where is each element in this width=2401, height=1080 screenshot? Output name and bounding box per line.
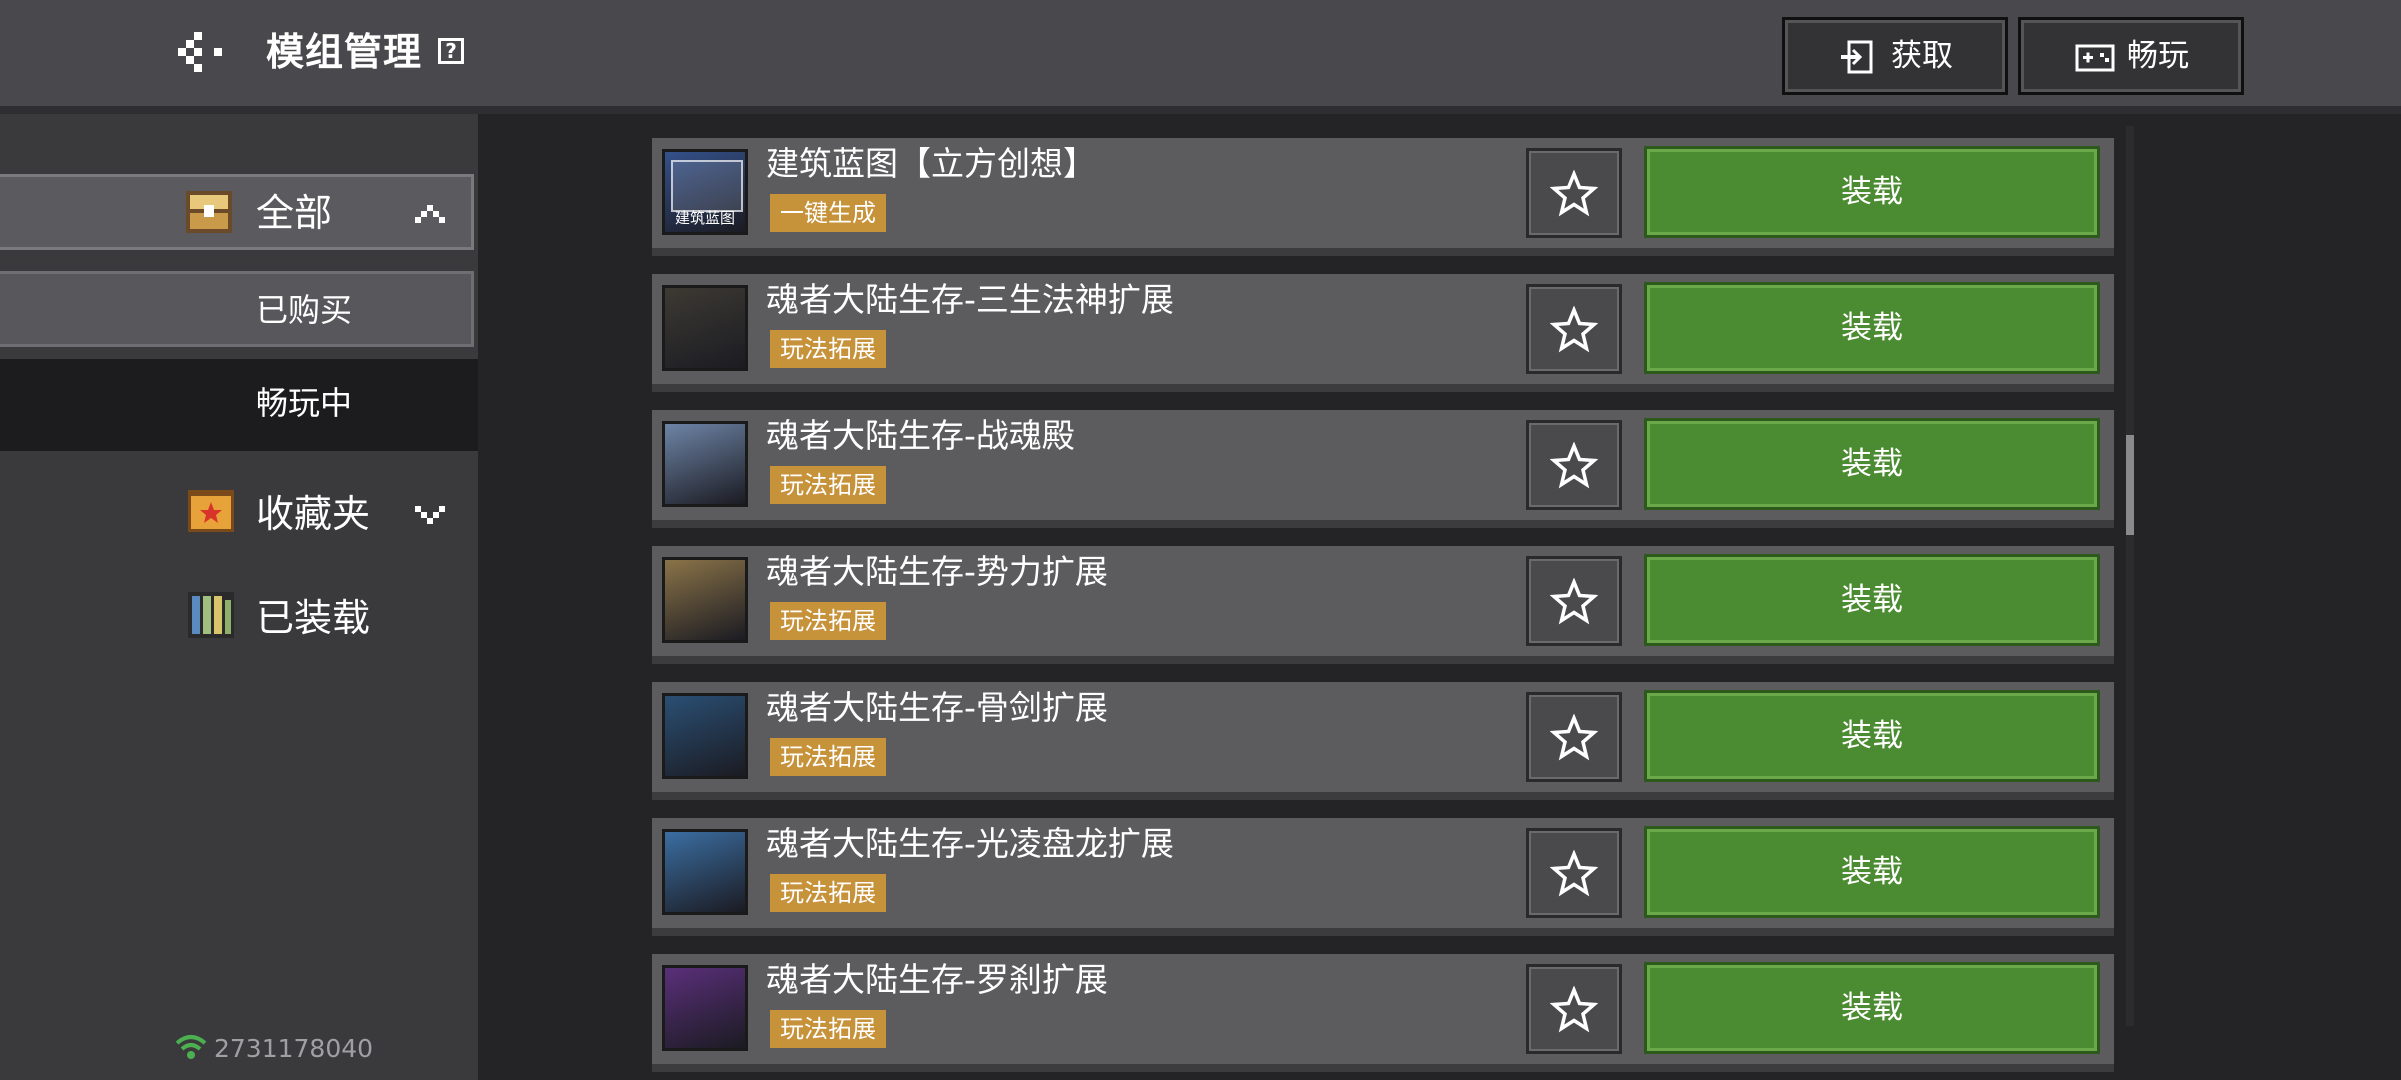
play-button-label: 畅玩 <box>2127 38 2189 74</box>
wifi-icon <box>175 1035 207 1059</box>
mod-thumbnail <box>662 965 748 1051</box>
gamepad-icon <box>2075 44 2115 72</box>
sidebar-item-favorites[interactable]: 收藏夹 <box>0 476 478 556</box>
mod-name: 魂者大陆生存-战魂殿 <box>766 416 1075 455</box>
bookshelf-icon <box>188 592 234 638</box>
mod-row[interactable]: 魂者大陆生存-三生法神扩展玩法拓展 装载 <box>652 274 2114 392</box>
chevron-up-icon <box>415 205 445 223</box>
mod-thumbnail <box>662 693 748 779</box>
get-button[interactable]: 获取 <box>1782 17 2008 95</box>
mod-tag: 玩法拓展 <box>770 874 886 912</box>
load-button-label: 装载 <box>1841 990 1903 1026</box>
sidebar-item-playing[interactable]: 畅玩中 <box>0 359 478 451</box>
top-bar: 模组管理 ? 获取 畅玩 <box>0 0 2401 114</box>
star-folder-icon <box>188 490 234 532</box>
star-icon <box>1550 850 1598 897</box>
favorite-button[interactable] <box>1526 284 1622 374</box>
load-button-label: 装载 <box>1841 446 1903 482</box>
get-button-label: 获取 <box>1891 38 1953 74</box>
sidebar-item-bought[interactable]: 已购买 <box>0 271 474 347</box>
sidebar-item-all[interactable]: 全部 <box>0 174 474 250</box>
load-button-label: 装载 <box>1841 718 1903 754</box>
chevron-down-icon <box>415 506 445 524</box>
load-button[interactable]: 装载 <box>1644 826 2100 918</box>
mod-name: 魂者大陆生存-骨剑扩展 <box>766 688 1108 727</box>
mod-thumbnail: 建筑蓝图 <box>662 149 748 235</box>
mod-thumbnail <box>662 421 748 507</box>
star-icon <box>1550 306 1598 353</box>
mod-thumbnail <box>662 829 748 915</box>
scrollbar-thumb[interactable] <box>2126 435 2134 535</box>
mod-row[interactable]: 魂者大陆生存-罗刹扩展玩法拓展 装载 <box>652 954 2114 1072</box>
mod-name: 魂者大陆生存-三生法神扩展 <box>766 280 1174 319</box>
mod-row[interactable]: 魂者大陆生存-势力扩展玩法拓展 装载 <box>652 546 2114 664</box>
mod-thumbnail-label: 建筑蓝图 <box>674 209 735 227</box>
sidebar-item-installed-label: 已装载 <box>256 596 371 640</box>
mod-tag: 玩法拓展 <box>770 602 886 640</box>
sidebar-item-all-label: 全部 <box>256 191 333 235</box>
mod-thumbnail <box>662 557 748 643</box>
mod-tag: 玩法拓展 <box>770 1010 886 1048</box>
sidebar-item-favorites-label: 收藏夹 <box>256 492 371 536</box>
mod-thumbnail <box>662 285 748 371</box>
mod-tag: 玩法拓展 <box>770 330 886 368</box>
account-id: 2731178040 <box>214 1034 374 1063</box>
load-button[interactable]: 装载 <box>1644 690 2100 782</box>
sidebar-item-bought-label: 已购买 <box>256 291 353 329</box>
star-icon <box>1550 986 1598 1033</box>
load-button[interactable]: 装载 <box>1644 146 2100 238</box>
mod-row[interactable]: 魂者大陆生存-骨剑扩展玩法拓展 装载 <box>652 682 2114 800</box>
load-button[interactable]: 装载 <box>1644 962 2100 1054</box>
favorite-button[interactable] <box>1526 556 1622 646</box>
sidebar-item-installed[interactable]: 已装载 <box>0 580 478 660</box>
star-icon <box>1550 442 1598 489</box>
load-button[interactable]: 装载 <box>1644 282 2100 374</box>
favorite-button[interactable] <box>1526 964 1622 1054</box>
scrollbar-track[interactable] <box>2126 126 2134 1026</box>
sidebar-item-playing-label: 畅玩中 <box>256 384 353 422</box>
mod-name: 魂者大陆生存-势力扩展 <box>766 552 1108 591</box>
mod-name: 魂者大陆生存-罗刹扩展 <box>766 960 1108 999</box>
mod-tag: 玩法拓展 <box>770 466 886 504</box>
load-button[interactable]: 装载 <box>1644 554 2100 646</box>
favorite-button[interactable] <box>1526 420 1622 510</box>
load-button[interactable]: 装载 <box>1644 418 2100 510</box>
favorite-button[interactable] <box>1526 692 1622 782</box>
play-button[interactable]: 畅玩 <box>2018 17 2244 95</box>
mod-tag: 玩法拓展 <box>770 738 886 776</box>
help-icon[interactable]: ? <box>438 38 464 64</box>
sidebar: 全部 已购买 畅玩中 收藏夹 已装载 2731178040 <box>0 114 478 1080</box>
load-button-label: 装载 <box>1841 310 1903 346</box>
chest-icon <box>186 191 232 233</box>
mod-row[interactable]: 建筑蓝图 建筑蓝图【立方创想】一键生成 装载 <box>652 138 2114 256</box>
back-arrow-icon[interactable] <box>178 30 234 74</box>
star-icon <box>1550 170 1598 217</box>
favorite-button[interactable] <box>1526 828 1622 918</box>
mod-name: 魂者大陆生存-光凌盘龙扩展 <box>766 824 1174 863</box>
mod-row[interactable]: 魂者大陆生存-战魂殿玩法拓展 装载 <box>652 410 2114 528</box>
favorite-button[interactable] <box>1526 148 1622 238</box>
mod-row[interactable]: 魂者大陆生存-光凌盘龙扩展玩法拓展 装载 <box>652 818 2114 936</box>
page-title: 模组管理 <box>266 30 423 74</box>
star-icon <box>1550 714 1598 761</box>
load-button-label: 装载 <box>1841 582 1903 618</box>
load-button-label: 装载 <box>1841 174 1903 210</box>
load-button-label: 装载 <box>1841 854 1903 890</box>
import-icon <box>1841 40 1873 74</box>
star-icon <box>1550 578 1598 625</box>
mod-tag: 一键生成 <box>770 194 886 232</box>
mod-name: 建筑蓝图【立方创想】 <box>766 144 1096 183</box>
